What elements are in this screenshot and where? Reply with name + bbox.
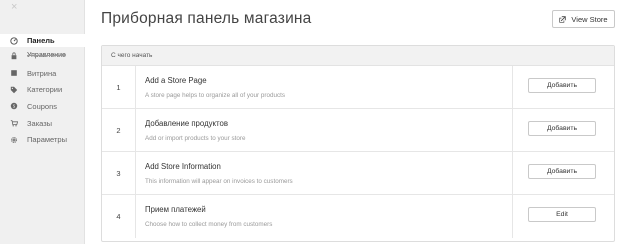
coupon-icon: $ [9, 102, 18, 111]
step-title: Add a Store Page [145, 76, 207, 85]
store-icon [9, 52, 18, 61]
sidebar-item-orders[interactable]: Заказы [0, 115, 85, 132]
step-number: 1 [102, 66, 136, 108]
sidebar-item-storefront[interactable]: Витрина [0, 65, 85, 82]
step-row: 3 Add Store Information This information… [102, 152, 614, 195]
step-number: 3 [102, 152, 136, 194]
add-store-information-button[interactable]: Добавить [528, 164, 596, 179]
sidebar-item-coupons[interactable]: $ Coupons [0, 98, 85, 115]
view-store-button[interactable]: View Store [552, 10, 615, 28]
step-number: 2 [102, 109, 136, 151]
sidebar-item-label: Coupons [27, 101, 58, 111]
step-description: A store page helps to organize all of yo… [145, 92, 286, 99]
sidebar-item-label: Витрина [27, 68, 57, 78]
step-action-cell: Добавить [512, 109, 614, 151]
step-title: Add Store Information [145, 162, 221, 171]
sidebar-item-label: Параметры [27, 135, 67, 145]
step-action-cell: Edit [512, 195, 614, 238]
dashboard-icon [9, 36, 18, 45]
step-action-cell: Добавить [512, 66, 614, 108]
edit-payments-button[interactable]: Edit [528, 207, 596, 222]
step-row: 2 Добавление продуктов Add or import pro… [102, 109, 614, 152]
step-description: Add or import products to your store [145, 135, 246, 142]
gear-icon [9, 135, 18, 144]
cart-icon [9, 119, 18, 128]
sidebar-item-label: Категории [27, 85, 63, 95]
step-description: This information will appear on invoices… [145, 178, 293, 185]
sidebar: × Панель Витрина Категории $ Coupons Зак… [0, 0, 85, 244]
sidebar-item-dashboard[interactable]: Панель [0, 34, 85, 47]
step-number: 4 [102, 195, 136, 238]
sidebar-item-label: Заказы [27, 118, 53, 128]
step-action-cell: Добавить [512, 152, 614, 194]
step-title: Прием платежей [145, 205, 206, 214]
getting-started-card: С чего начать 1 Add a Store Page A store… [101, 45, 615, 242]
view-store-label: View Store [571, 14, 608, 24]
external-link-icon [559, 15, 567, 23]
add-store-page-button[interactable]: Добавить [528, 78, 596, 93]
add-products-button[interactable]: Добавить [528, 121, 596, 136]
page-title: Приборная панель магазина [101, 10, 312, 27]
storefront-icon [9, 69, 18, 78]
step-row: 4 Прием платежей Choose how to collect m… [102, 195, 614, 238]
sidebar-item-manage-label[interactable]: Управление [27, 52, 66, 59]
step-title: Добавление продуктов [145, 119, 228, 128]
step-description: Choose how to collect money from custome… [145, 221, 273, 228]
sidebar-item-categories[interactable]: Категории [0, 81, 85, 98]
tag-icon [9, 85, 18, 94]
step-row: 1 Add a Store Page A store page helps to… [102, 66, 614, 109]
close-icon[interactable]: × [11, 1, 17, 13]
card-heading: С чего начать [102, 46, 614, 66]
sidebar-item-settings[interactable]: Параметры [0, 131, 85, 148]
sidebar-item-label: Панель [27, 36, 55, 45]
